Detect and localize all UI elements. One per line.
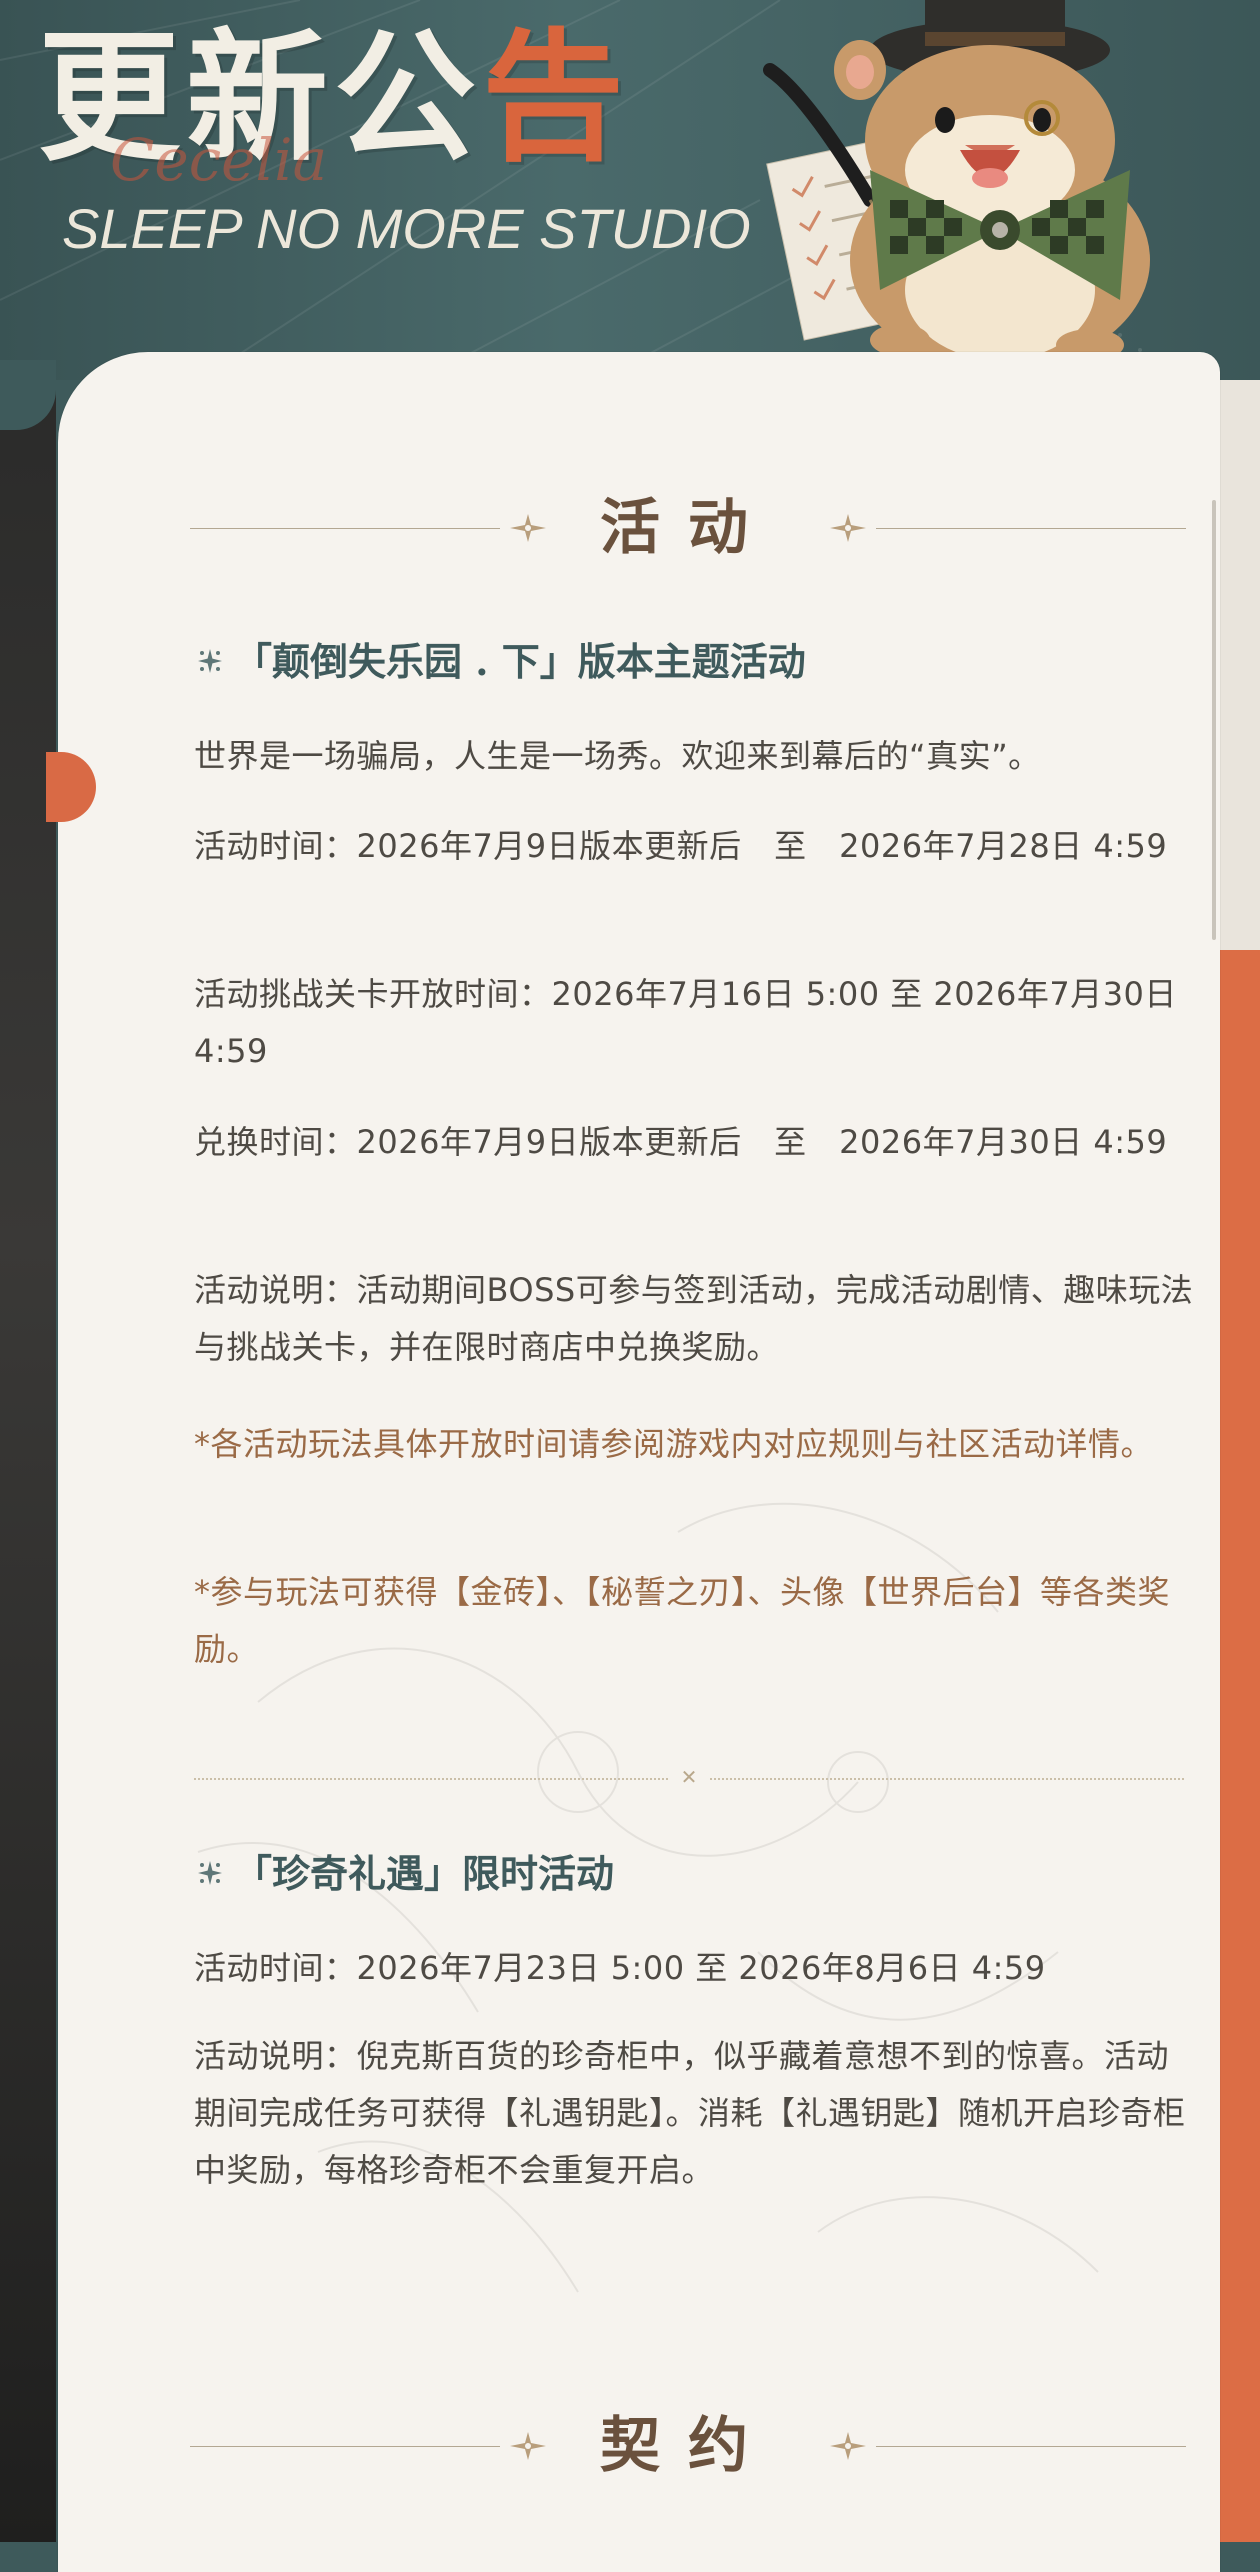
event-title-text: 「珍奇礼遇」限时活动 bbox=[234, 1851, 615, 1896]
event-note: *各活动玩法具体开放时间请参阅游戏内对应规则与社区活动详情。 bbox=[194, 1425, 1154, 1463]
divider-line-left bbox=[194, 1778, 668, 1780]
event-description: 活动说明：活动期间BOSS可参与签到活动，完成活动剧情、趣味玩法与挑战关卡，并在… bbox=[194, 1271, 1194, 1366]
section-divider: ✕ bbox=[194, 1765, 1184, 1789]
title-part2: 告 bbox=[482, 15, 630, 181]
divider-mark-icon: ✕ bbox=[680, 1765, 698, 1789]
event-challenge-time: 活动挑战关卡开放时间：2026年7月16日 5:00 至 2026年7月30日 … bbox=[194, 975, 1177, 1070]
announcement-card[interactable]: 活动 「颠倒失乐园 . 下」版本主题活动 世界是一场骗局，人生是一场秀。欢迎来到… bbox=[58, 352, 1220, 2572]
right-side-strip-light bbox=[1218, 380, 1260, 950]
event-time: 活动时间：2026年7月23日 5:00 至 2026年8月6日 4:59 bbox=[194, 1949, 1046, 1987]
left-side-panel bbox=[0, 380, 56, 2542]
title-script: Cecelia bbox=[110, 126, 328, 194]
heading-text: 契约 bbox=[600, 2411, 776, 2481]
sparkle-icon bbox=[510, 2432, 546, 2460]
event-title: 「珍奇礼遇」限时活动 bbox=[194, 1846, 614, 1902]
event-exchange-time: 兑换时间：2026年7月9日版本更新后 至 2026年7月30日 4:59 bbox=[194, 1123, 1168, 1161]
event-intro: 世界是一场骗局，人生是一场秀。欢迎来到幕后的“真实”。 bbox=[194, 737, 1041, 775]
event-title: 「颠倒失乐园 . 下」版本主题活动 bbox=[194, 634, 806, 690]
sparkle-icon bbox=[510, 514, 546, 542]
section-heading-activities: 活动 bbox=[190, 488, 1186, 568]
diamond-cluster-icon bbox=[198, 649, 222, 673]
sparkle-icon bbox=[830, 2432, 866, 2460]
diamond-cluster-icon bbox=[198, 1861, 222, 1885]
heading-line-right bbox=[876, 2446, 1186, 2447]
heading-text: 活动 bbox=[600, 493, 776, 563]
section-heading-contracts: 契约 bbox=[190, 2406, 1186, 2486]
studio-name: SLEEP NO MORE STUDIO bbox=[62, 197, 751, 260]
divider-line-right bbox=[710, 1778, 1184, 1780]
update-banner: 更新公告 Cecelia SLEEP NO MORE STUDIO bbox=[0, 0, 1260, 380]
event-description: 活动说明：倪克斯百货的珍奇柜中，似乎藏着意想不到的惊喜。活动期间完成任务可获得【… bbox=[194, 2037, 1186, 2189]
scrollbar[interactable] bbox=[1212, 500, 1216, 940]
event-time: 活动时间：2026年7月9日版本更新后 至 2026年7月28日 4:59 bbox=[194, 827, 1168, 865]
event-title-text: 「颠倒失乐园 . 下」版本主题活动 bbox=[234, 639, 806, 684]
hamster-mascot-icon bbox=[763, 0, 1150, 370]
heading-line-left bbox=[190, 528, 500, 529]
heading-line-left bbox=[190, 2446, 500, 2447]
sparkle-icon bbox=[830, 514, 866, 542]
heading-line-right bbox=[876, 528, 1186, 529]
right-side-strip-orange bbox=[1218, 950, 1260, 2542]
event-note: *参与玩法可获得【金砖】、【秘誓之刃】、头像【世界后台】等各类奖励。 bbox=[194, 1573, 1171, 1668]
